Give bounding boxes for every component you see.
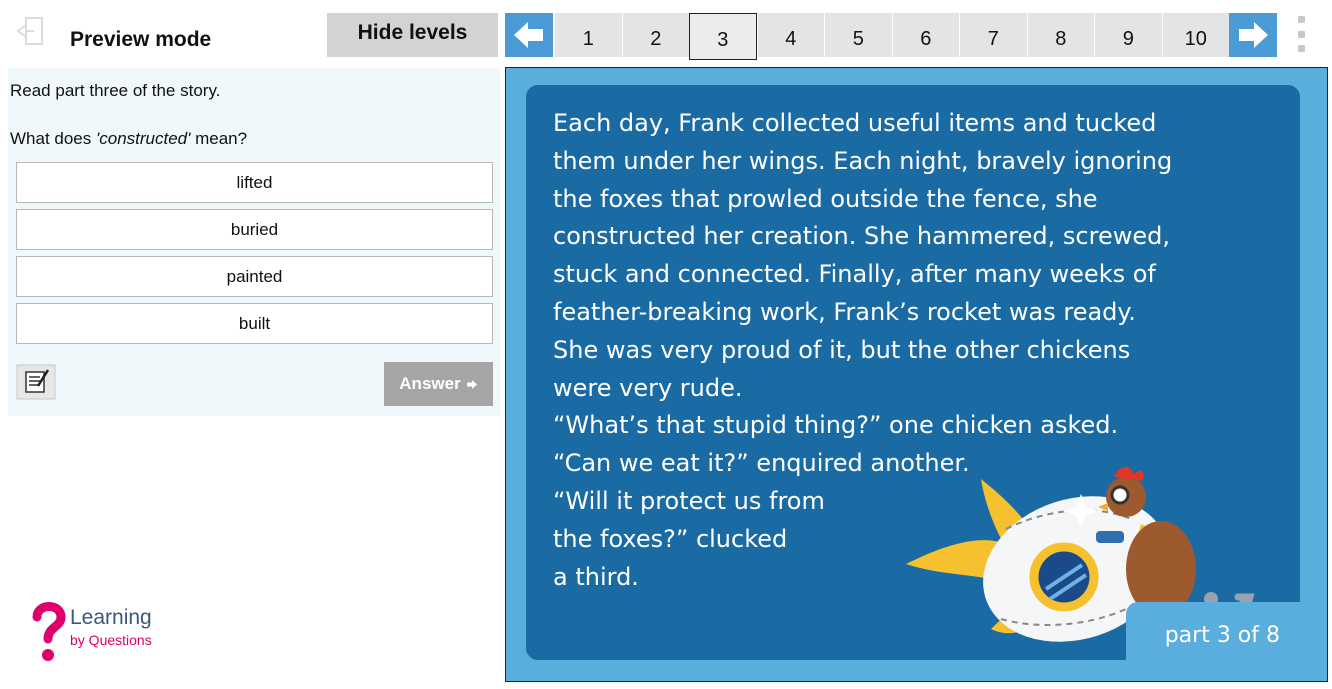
story-card: Each day, Frank collected useful items a…: [526, 85, 1300, 660]
learning-by-questions-logo: Learning by Questions: [30, 597, 180, 667]
next-level-button[interactable]: [1229, 13, 1277, 57]
top-bar: Preview mode Hide levels 1 2 3 4 5 6 7 8…: [0, 0, 1332, 66]
hide-levels-button[interactable]: Hide levels: [327, 13, 498, 57]
answer-option-lifted[interactable]: lifted: [16, 162, 493, 203]
level-button-3-current[interactable]: 3: [689, 13, 757, 60]
level-button-7[interactable]: 7: [959, 13, 1027, 57]
arrow-right-small-icon: [466, 379, 477, 389]
logo-text-learning: Learning: [70, 606, 152, 629]
arrow-right-icon: [1239, 22, 1268, 48]
level-button-4[interactable]: 4: [756, 13, 824, 57]
level-button-8[interactable]: 8: [1026, 13, 1094, 57]
level-button-1[interactable]: 1: [554, 13, 622, 57]
question-prompt: What does 'constructed' mean?: [10, 129, 248, 148]
preview-mode-label: Preview mode: [70, 28, 212, 51]
question-mark-logo-icon: [32, 602, 66, 661]
logo-text-by-questions: by Questions: [70, 632, 152, 648]
question-instruction: Read part three of the story.: [10, 81, 221, 100]
more-vertical-icon[interactable]: [1296, 16, 1306, 52]
previous-level-button[interactable]: [505, 13, 553, 57]
exit-door-icon[interactable]: [14, 14, 48, 48]
arrow-left-icon: [514, 22, 543, 48]
notepad-icon[interactable]: [16, 364, 56, 400]
level-button-10[interactable]: 10: [1161, 13, 1229, 57]
level-selector: 1 2 3 4 5 6 7 8 9 10: [554, 13, 1229, 60]
level-button-5[interactable]: 5: [824, 13, 892, 57]
answer-option-painted[interactable]: painted: [16, 256, 493, 297]
question-panel: Read part three of the story. What does …: [8, 68, 500, 416]
level-button-6[interactable]: 6: [891, 13, 959, 57]
answer-button[interactable]: Answer: [384, 362, 493, 406]
answer-option-built[interactable]: built: [16, 303, 493, 344]
level-button-9[interactable]: 9: [1094, 13, 1162, 57]
story-panel: Each day, Frank collected useful items a…: [505, 67, 1328, 682]
level-button-2[interactable]: 2: [621, 13, 689, 57]
answer-option-buried[interactable]: buried: [16, 209, 493, 250]
part-indicator-label: part 3 of 8: [1164, 623, 1280, 648]
